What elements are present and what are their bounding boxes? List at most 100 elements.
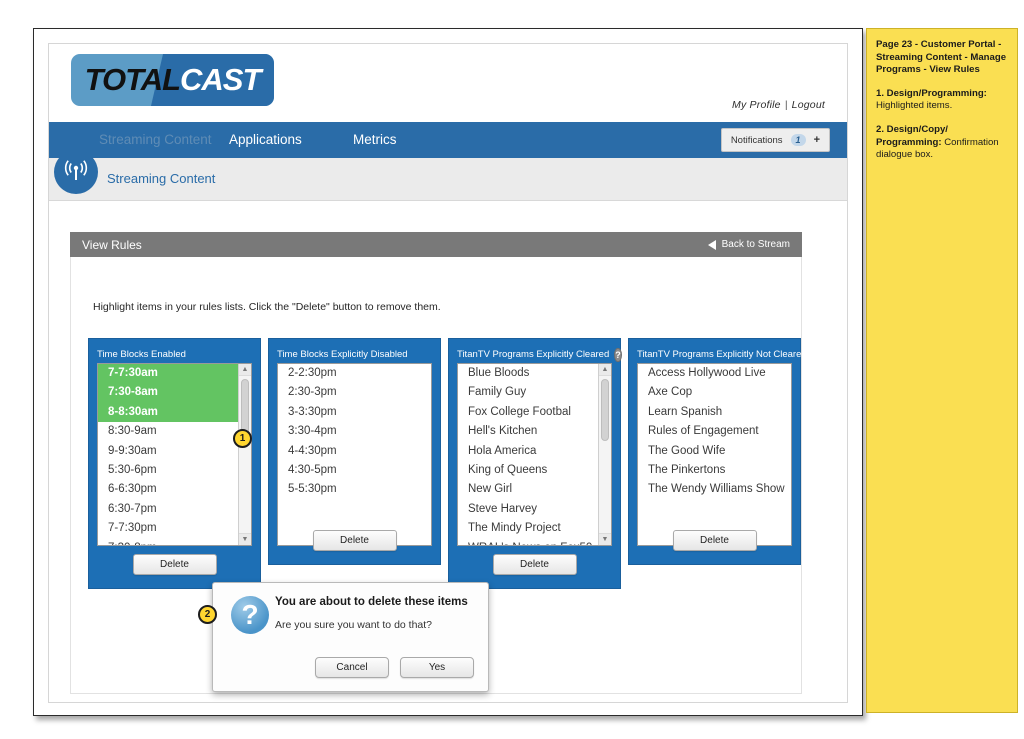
list-item[interactable]: Steve Harvey — [458, 500, 611, 519]
column-title-label: Time Blocks Explicitly Disabled — [277, 349, 408, 360]
list-item[interactable]: The Wendy Williams Show — [638, 480, 791, 499]
column-title: Time Blocks Enabled — [97, 346, 252, 363]
list-item[interactable]: 7:30-8pm — [98, 539, 251, 545]
list-item[interactable]: Hell's Kitchen — [458, 422, 611, 441]
list-item[interactable]: Access Hollywood Live — [638, 364, 791, 383]
rules-column-time-blocks-enabled: Time Blocks Enabled 7-7:30am 7:30-8am 8-… — [88, 338, 261, 589]
nav-tab-streaming-content[interactable]: Streaming Content — [99, 122, 212, 158]
list-item[interactable]: Hola America — [458, 442, 611, 461]
scroll-up-icon[interactable]: ▲ — [599, 364, 611, 376]
panel-header: View Rules Back to Stream — [70, 232, 802, 257]
delete-button[interactable]: Delete — [492, 554, 577, 575]
delete-button-wrap: Delete — [449, 554, 620, 575]
notifications-count-badge: 1 — [790, 134, 806, 146]
column-title: TitanTV Programs Explicitly Not Cleared — [637, 346, 807, 363]
notifications-button[interactable]: Notifications 1 + — [720, 128, 830, 152]
annotation-note-1-heading: 1. Design/Programming: — [876, 87, 987, 99]
scrollbar-thumb[interactable] — [601, 379, 609, 441]
listbox-programs-cleared[interactable]: Blue Bloods Family Guy Fox College Footb… — [457, 363, 612, 546]
page-title: View Rules — [82, 237, 142, 252]
delete-confirmation-dialog: ? You are about to delete these items Ar… — [212, 582, 489, 692]
list-item[interactable]: 2-2:30pm — [278, 364, 431, 383]
list-item[interactable]: Learn Spanish — [638, 403, 791, 422]
column-title: Time Blocks Explicitly Disabled — [277, 346, 432, 363]
delete-button[interactable]: Delete — [672, 530, 757, 551]
dialog-buttons: Cancel Yes — [315, 657, 474, 678]
browser-page-frame: TOTALCAST My Profile | Logout Streaming Co… — [33, 28, 863, 716]
list-items: Blue Bloods Family Guy Fox College Footb… — [458, 364, 611, 545]
totalcast-logo[interactable]: TOTALCAST — [71, 54, 274, 106]
instructions-text: Highlight items in your rules lists. Cli… — [93, 301, 441, 313]
section-header-strip: Streaming Content — [49, 150, 847, 201]
list-item[interactable]: Axe Cop — [638, 383, 791, 402]
list-item[interactable]: Rules of Engagement — [638, 422, 791, 441]
list-item[interactable]: Fox College Footbal — [458, 403, 611, 422]
main-navigation-bar: Streaming Content Applications Metrics N… — [49, 122, 847, 158]
my-profile-link[interactable]: My Profile — [732, 99, 781, 111]
account-links: My Profile | Logout — [732, 99, 825, 111]
list-item[interactable]: 4-4:30pm — [278, 442, 431, 461]
rules-column-time-blocks-disabled: Time Blocks Explicitly Disabled 2-2:30pm… — [268, 338, 441, 565]
back-to-stream-label: Back to Stream — [721, 239, 790, 250]
scroll-up-icon[interactable]: ▲ — [239, 364, 251, 376]
list-item[interactable]: 7-7:30pm — [98, 519, 251, 538]
notifications-label: Notifications — [730, 134, 783, 146]
list-item[interactable]: 5-5:30pm — [278, 480, 431, 499]
column-title-label: TitanTV Programs Explicitly Cleared — [457, 349, 610, 360]
list-item[interactable]: 9-9:30am — [98, 442, 251, 461]
annotation-sidebar: Page 23 - Customer Portal - Streaming Co… — [866, 28, 1018, 713]
listbox-time-blocks-enabled[interactable]: 7-7:30am 7:30-8am 8-8:30am 8:30-9am 9-9:… — [97, 363, 252, 546]
listbox-time-blocks-disabled[interactable]: 2-2:30pm 2:30-3pm 3-3:30pm 3:30-4pm 4-4:… — [277, 363, 432, 546]
annotation-note-2-heading: 2. Design/Copy/ Programming: — [876, 123, 948, 148]
delete-button-wrap: Delete — [269, 530, 440, 551]
delete-button[interactable]: Delete — [312, 530, 397, 551]
list-item[interactable]: 3:30-4pm — [278, 422, 431, 441]
list-item[interactable]: The Good Wife — [638, 442, 791, 461]
list-item[interactable]: 8:30-9am — [98, 422, 251, 441]
column-title-label: TitanTV Programs Explicitly Not Cleared — [637, 349, 807, 360]
plus-icon[interactable]: + — [814, 134, 820, 146]
listbox-scrollbar[interactable]: ▲ ▼ — [598, 364, 611, 545]
scroll-down-icon[interactable]: ▼ — [599, 533, 611, 545]
list-item[interactable]: New Girl — [458, 480, 611, 499]
list-item[interactable]: 6-6:30pm — [98, 480, 251, 499]
cancel-button[interactable]: Cancel — [315, 657, 389, 678]
annotation-note-2: 2. Design/Copy/ Programming: Confirmatio… — [876, 124, 1008, 162]
list-item[interactable]: Blue Bloods — [458, 364, 611, 383]
callout-badge-2: 2 — [198, 605, 217, 624]
dialog-message: Are you sure you want to do that? — [275, 619, 433, 631]
list-item[interactable]: WRAL's News on Fox50 — [458, 539, 611, 545]
list-item[interactable]: 7:30-8am — [98, 383, 251, 403]
logo-text-cast: CAST — [180, 62, 261, 97]
list-item[interactable]: Family Guy — [458, 383, 611, 402]
list-item[interactable]: 2:30-3pm — [278, 383, 431, 402]
column-title-label: Time Blocks Enabled — [97, 349, 186, 360]
nav-tab-metrics[interactable]: Metrics — [353, 122, 397, 158]
list-item[interactable]: 3-3:30pm — [278, 403, 431, 422]
scroll-down-icon[interactable]: ▼ — [239, 533, 251, 545]
listbox-scrollbar[interactable]: ▲ ▼ — [238, 364, 251, 545]
delete-button-wrap: Delete — [89, 554, 260, 575]
list-items: 2-2:30pm 2:30-3pm 3-3:30pm 3:30-4pm 4-4:… — [278, 364, 431, 500]
list-item[interactable]: 4:30-5pm — [278, 461, 431, 480]
list-item[interactable]: The Mindy Project — [458, 519, 611, 538]
confirm-yes-button[interactable]: Yes — [400, 657, 474, 678]
list-item[interactable]: 6:30-7pm — [98, 500, 251, 519]
rules-columns: Time Blocks Enabled 7-7:30am 7:30-8am 8-… — [88, 338, 807, 589]
logo-wordmark: TOTALCAST — [71, 62, 274, 98]
list-item[interactable]: 7-7:30am — [98, 364, 251, 384]
list-item[interactable]: The Pinkertons — [638, 461, 791, 480]
list-item[interactable]: 5:30-6pm — [98, 461, 251, 480]
help-icon[interactable]: ? — [614, 347, 622, 362]
delete-button[interactable]: Delete — [132, 554, 217, 575]
list-item[interactable]: 8-8:30am — [98, 402, 251, 423]
back-to-stream-link[interactable]: Back to Stream — [707, 239, 790, 250]
nav-tab-applications[interactable]: Applications — [229, 122, 302, 158]
question-icon: ? — [231, 596, 269, 634]
delete-button-wrap: Delete — [629, 530, 800, 551]
listbox-programs-not-cleared[interactable]: Access Hollywood Live Axe Cop Learn Span… — [637, 363, 792, 546]
screenshot-root: TOTALCAST My Profile | Logout Streaming Co… — [0, 0, 1024, 739]
list-item[interactable]: King of Queens — [458, 461, 611, 480]
annotation-note-1: 1. Design/Programming: Highlighted items… — [876, 88, 1008, 113]
logout-link[interactable]: Logout — [792, 99, 825, 111]
